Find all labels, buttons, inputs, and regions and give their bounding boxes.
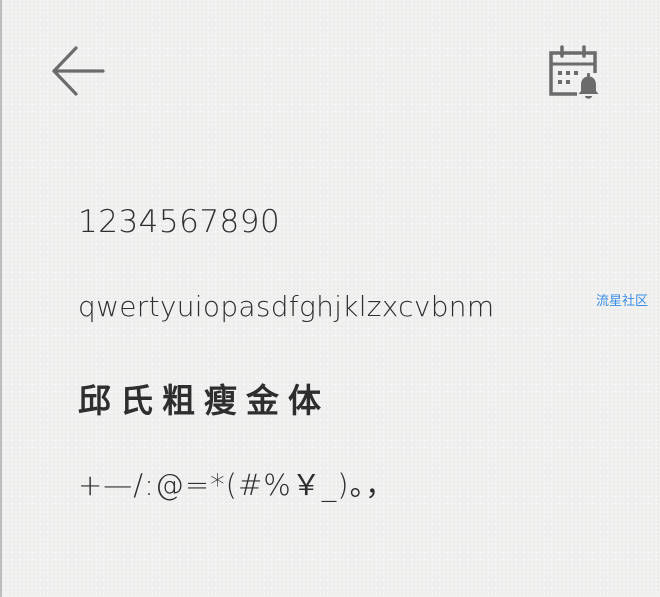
back-button[interactable] <box>44 40 110 102</box>
arrow-left-icon <box>52 46 105 96</box>
calendar-bell-icon <box>549 45 599 99</box>
note-line-digits: 1234567890 <box>78 204 281 240</box>
note-line-letters: qwertyuiopasdfghjklzxcvbnm <box>78 290 495 323</box>
screen-edge <box>0 0 2 597</box>
note-line-symbols: +—/:@=*(#%￥_)。， <box>78 468 396 502</box>
calendar-reminder-button[interactable] <box>538 36 608 106</box>
watermark-text: 流星社区 <box>596 294 649 309</box>
note-line-chinese: 邱氏粗瘦金体 <box>78 381 330 420</box>
